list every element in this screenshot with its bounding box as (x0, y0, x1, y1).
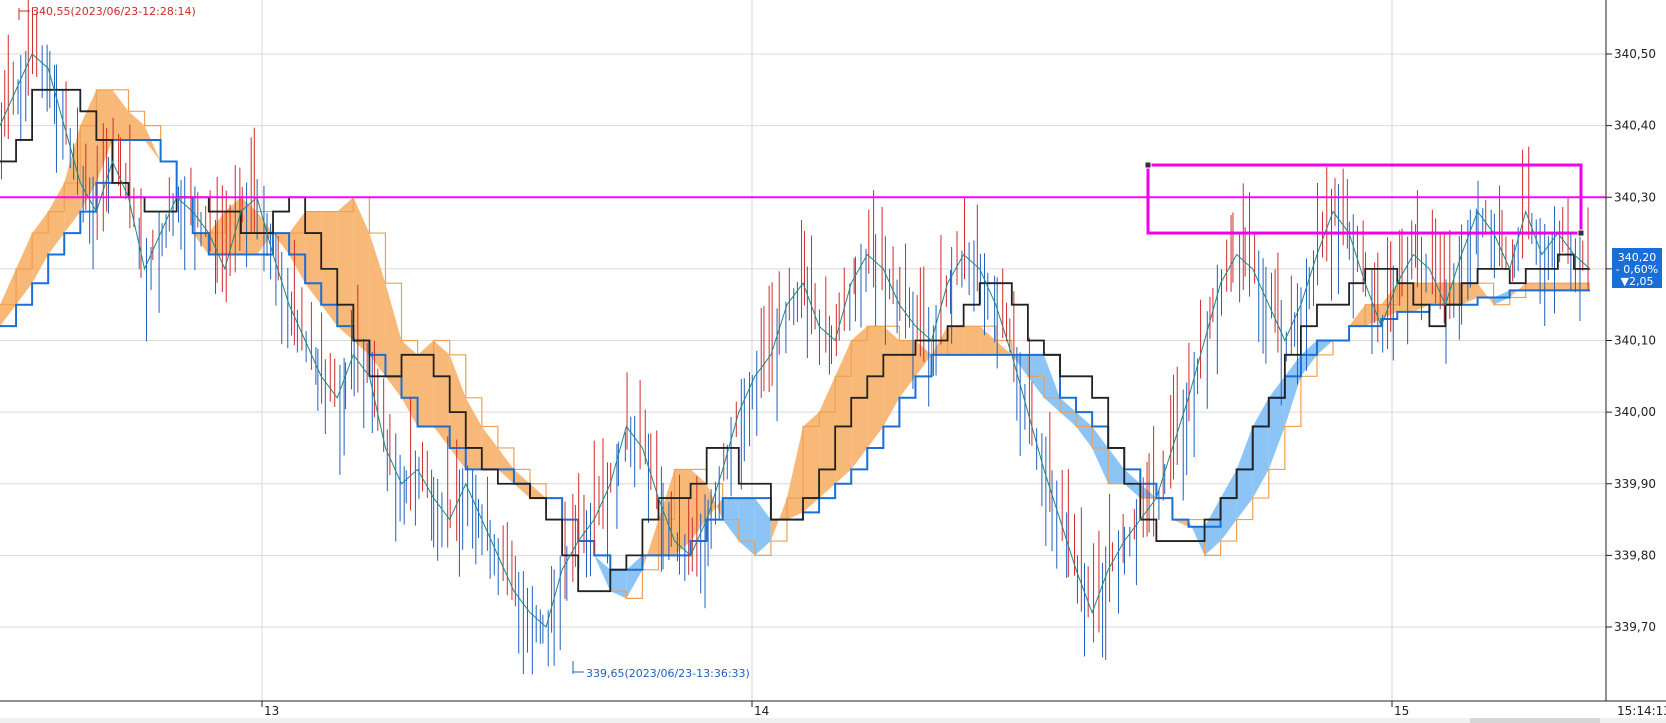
x-tick-label: 15 (1394, 704, 1409, 718)
y-tick-label: 340,50 (1614, 47, 1656, 61)
last-price-tag: 340,20 - 0,60% ▼2,05 (1612, 248, 1662, 288)
scrollbar-thumb[interactable] (1470, 718, 1600, 723)
x-tick-label: 13 (264, 704, 279, 718)
ichimoku-price-chart[interactable]: 340,55(2023/06/23-12:28:14) 339,65(2023/… (0, 0, 1666, 723)
y-tick-label: 340,00 (1614, 405, 1656, 419)
highlight-box-handle[interactable] (1577, 229, 1585, 237)
cloud-segment (947, 326, 964, 355)
y-tick-label: 340,10 (1614, 334, 1656, 348)
y-tick-label: 339,90 (1614, 477, 1656, 491)
last-price-change: ▼2,05 (1621, 275, 1654, 288)
chart-background (0, 0, 1666, 723)
cloud-segment (417, 340, 434, 427)
high-annotation-label: 340,55(2023/06/23-12:28:14) (32, 5, 196, 18)
y-tick-label: 340,40 (1614, 119, 1656, 133)
cloud-segment (867, 326, 884, 448)
cloud-segment (1525, 283, 1542, 291)
cloud-segment (1557, 283, 1574, 291)
high-annotation: 340,55(2023/06/23-12:28:14) (18, 5, 196, 20)
y-tick-label: 340,30 (1614, 190, 1656, 204)
horizontal-scrollbar[interactable] (0, 718, 1666, 723)
cloud-segment (963, 326, 980, 355)
y-tick-label: 339,70 (1614, 620, 1656, 634)
x-tick-label: 14 (754, 704, 769, 718)
low-annotation-label: 339,65(2023/06/23-13:36:33) (586, 667, 750, 680)
y-tick-label: 339,80 (1614, 548, 1656, 562)
time-label: 15:14:13 (1617, 704, 1666, 718)
cloud-segment (337, 197, 354, 341)
highlight-box-handle[interactable] (1144, 161, 1152, 169)
